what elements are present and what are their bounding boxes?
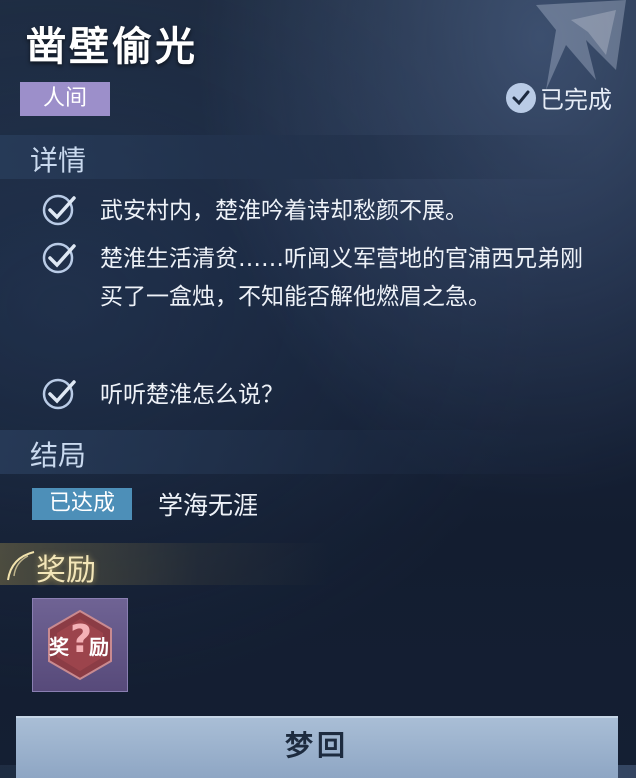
check-circle-icon xyxy=(506,82,536,113)
ending-achieved-badge: 已达成 xyxy=(32,488,132,520)
ending-name: 学海无涯 xyxy=(158,491,259,520)
details-header-bar xyxy=(0,135,600,179)
completed-status: 已完成 xyxy=(506,80,612,115)
reward-flourish-icon xyxy=(7,551,35,581)
task-check-icon xyxy=(42,194,76,226)
task-text: 楚淮生活清贫……听闻义军营地的官浦西兄弟刚买了一盒烛，不知能否解他燃眉之急。 xyxy=(100,246,583,310)
details-heading: 详情 xyxy=(30,144,87,177)
task-item: 楚淮生活清贫……听闻义军营地的官浦西兄弟刚买了一盒烛，不知能否解他燃眉之急。 xyxy=(40,240,600,316)
dream-return-button[interactable]: 梦回 xyxy=(16,716,618,778)
reward-heading: 奖励 xyxy=(36,553,96,588)
task-text: 武安村内，楚淮吟着诗却愁颜不展。 xyxy=(100,198,468,224)
ending-header-bar xyxy=(0,430,600,474)
task-text: 听听楚淮怎么说？ xyxy=(100,382,284,408)
task-check-icon xyxy=(42,378,76,410)
reward-item-label-left: 奖 xyxy=(49,635,69,659)
task-item: 听听楚淮怎么说？ xyxy=(40,376,600,414)
realm-tag: 人间 xyxy=(20,82,110,116)
reward-item-label-right: 励 xyxy=(89,635,109,659)
ending-heading: 结局 xyxy=(30,439,87,472)
task-item: 武安村内，楚淮吟着诗却愁颜不展。 xyxy=(40,192,600,230)
completed-label: 已完成 xyxy=(540,86,612,114)
reward-item-card[interactable]: 奖 ? 励 xyxy=(32,598,128,692)
quest-title: 凿壁偷光 xyxy=(26,24,198,70)
task-check-icon xyxy=(42,242,76,274)
